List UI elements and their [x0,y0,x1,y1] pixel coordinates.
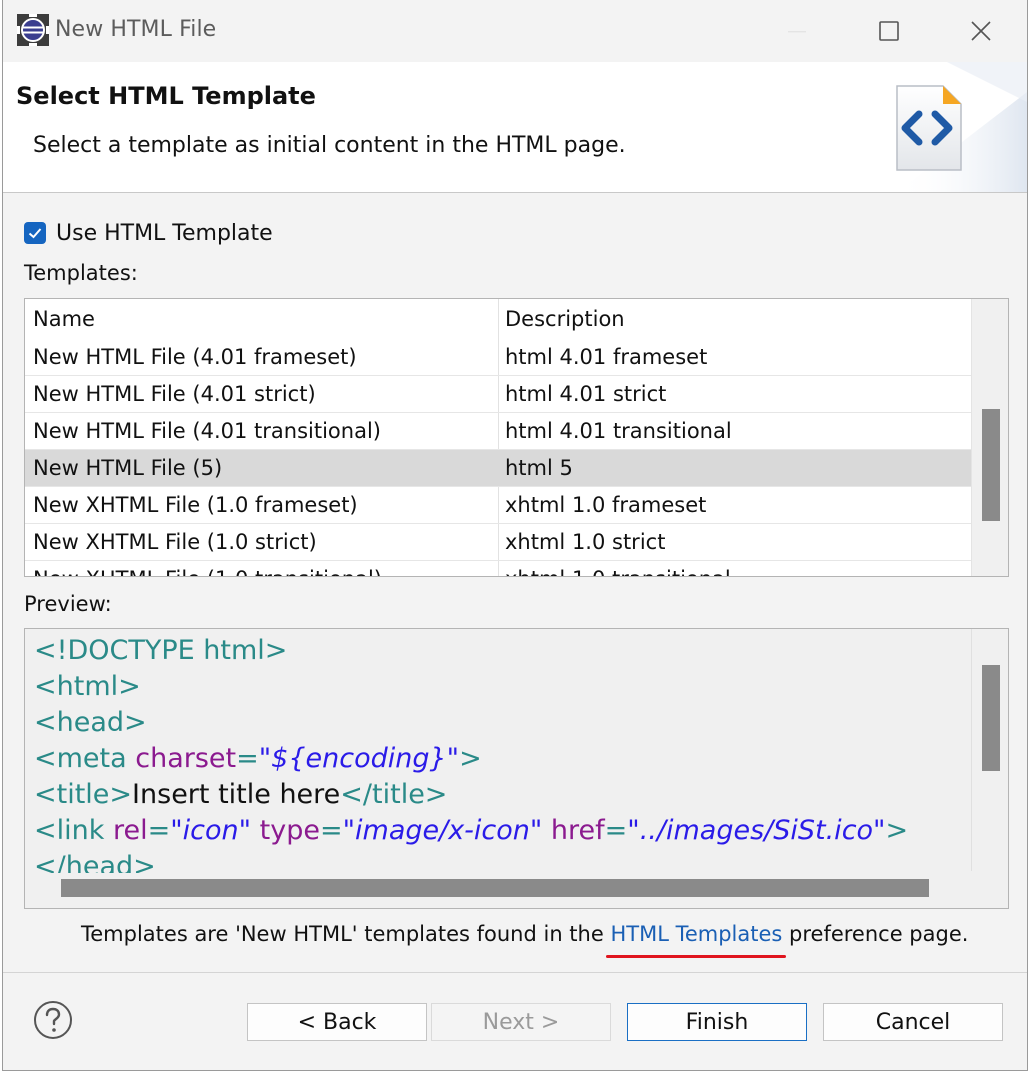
button-bar-separator [3,972,1027,973]
preview-area[interactable]: <!DOCTYPE html> <html> <head> <meta charset… [24,628,1009,909]
table-row[interactable]: New XHTML File (1.0 transitional) xhtml 1… [25,561,971,576]
close-button[interactable] [947,8,1015,54]
code-line: <!DOCTYPE html> [34,633,974,669]
template-description-cell[interactable]: html 4.01 strict [505,376,965,412]
code-token: Insert title here [132,779,341,810]
code-line: <head> [34,705,974,741]
code-token: <meta [34,743,136,774]
template-description-cell[interactable]: xhtml 1.0 strict [505,524,965,560]
html-templates-link-text[interactable]: HTML Templates [610,922,782,946]
code-token: = [604,815,628,846]
code-token: <head> [34,707,147,738]
templates-table[interactable]: Name Description New HTML File (4.01 fra… [24,298,1009,577]
templates-vertical-scrollbar[interactable] [971,299,1008,576]
finish-button[interactable]: Finish [627,1003,807,1041]
code-token: </head> [34,851,156,873]
minimize-button[interactable] [763,8,831,54]
code-token: <html> [34,671,141,702]
template-name-cell[interactable]: New HTML File (4.01 strict) [33,376,493,412]
table-row[interactable]: New XHTML File (1.0 strict) xhtml 1.0 str… [25,524,971,561]
template-description-cell[interactable]: html 4.01 frameset [505,339,965,375]
template-name-cell[interactable]: New XHTML File (1.0 frameset) [33,487,493,523]
template-name-cell[interactable]: New HTML File (4.01 frameset) [33,339,493,375]
page-title: Select HTML Template [16,82,316,110]
template-description-cell[interactable]: html 5 [505,450,965,486]
footer-note: Templates are 'New HTML' templates found… [81,922,969,958]
html-templates-link[interactable]: HTML Templates [606,922,787,958]
template-description-cell[interactable]: xhtml 1.0 transitional [505,561,965,576]
preview-vertical-scrollbar[interactable] [971,629,1008,871]
template-description-cell[interactable]: html 4.01 transitional [505,413,965,449]
eclipse-icon [17,14,49,46]
templates-table-body: Name Description New HTML File (4.01 fra… [25,299,971,576]
footer-text-before: Templates are 'New HTML' templates found… [81,922,611,946]
preview-code: <!DOCTYPE html> <html> <head> <meta charset… [34,633,974,873]
cancel-button[interactable]: Cancel [823,1003,1003,1041]
code-token: "image/x-icon" [342,815,543,846]
preview-vscroll-thumb[interactable] [982,665,1000,771]
maximize-button[interactable] [855,8,923,54]
table-row[interactable]: New HTML File (5) html 5 [25,450,971,487]
title-bar[interactable]: New HTML File [3,0,1027,62]
template-name-cell[interactable]: New HTML File (4.01 transitional) [33,413,493,449]
code-token: "icon" [170,815,252,846]
dialog-window: New HTML File Select HTML Template Selec… [2,0,1028,1071]
code-token: "${encoding}" [258,743,460,774]
preview-label: Preview: [24,592,112,616]
table-header: Name Description [25,299,971,339]
template-name-cell[interactable]: New XHTML File (1.0 transitional) [33,561,493,576]
code-token: = [236,743,259,774]
code-line: </head> [34,849,974,873]
code-token: <title> [34,779,133,810]
help-icon[interactable] [33,1000,73,1040]
footer-text-after: preference page. [782,922,969,946]
code-token: > [885,815,909,846]
use-template-label: Use HTML Template [56,220,273,246]
template-name-cell[interactable]: New XHTML File (1.0 strict) [33,524,493,560]
checkbox-box[interactable] [24,222,46,244]
code-token: type [259,815,320,846]
maximize-icon [879,21,899,41]
code-token: = [319,815,343,846]
code-line: <meta charset="${encoding}"> [34,741,974,777]
code-token: </title> [340,779,448,810]
code-line: <title>Insert title here</title> [34,777,974,813]
close-icon [971,21,991,41]
code-token: <link [34,815,113,846]
link-red-underline [606,955,787,958]
template-description-cell[interactable]: xhtml 1.0 frameset [505,487,965,523]
table-row[interactable]: New XHTML File (1.0 frameset) xhtml 1.0 f… [25,487,971,524]
code-token: = [147,815,171,846]
code-line: <html> [34,669,974,705]
table-row[interactable]: New HTML File (4.01 transitional) html 4.… [25,413,971,450]
code-token: charset [135,743,237,774]
column-header-name[interactable]: Name [33,299,493,339]
column-header-description[interactable]: Description [505,299,965,339]
templates-scroll-thumb[interactable] [982,409,1000,521]
page-description: Select a template as initial content in … [33,133,626,158]
code-token: rel [112,815,148,846]
code-token: > [459,743,482,774]
table-row[interactable]: New HTML File (4.01 strict) html 4.01 str… [25,376,971,413]
use-template-checkbox[interactable]: Use HTML Template [24,218,273,248]
code-line: <link rel="icon" type="image/x-icon" hre… [34,813,974,849]
code-token: <!DOCTYPE html> [34,635,288,666]
window-title: New HTML File [55,17,217,42]
preview-hscroll-thumb[interactable] [61,879,929,897]
template-name-cell[interactable]: New HTML File (5) [33,450,493,486]
checkmark-icon [28,228,42,239]
wizard-banner: Select HTML Template Select a template a… [3,62,1027,193]
minimize-icon [788,31,806,33]
next-button[interactable]: Next > [431,1003,611,1041]
code-token: href [550,815,605,846]
templates-label: Templates: [24,261,138,285]
code-token: "../images/SiSt.ico" [627,815,886,846]
html-file-icon [896,85,962,171]
back-button[interactable]: < Back [247,1003,427,1041]
table-row[interactable]: New HTML File (4.01 frameset) html 4.01 f… [25,339,971,376]
